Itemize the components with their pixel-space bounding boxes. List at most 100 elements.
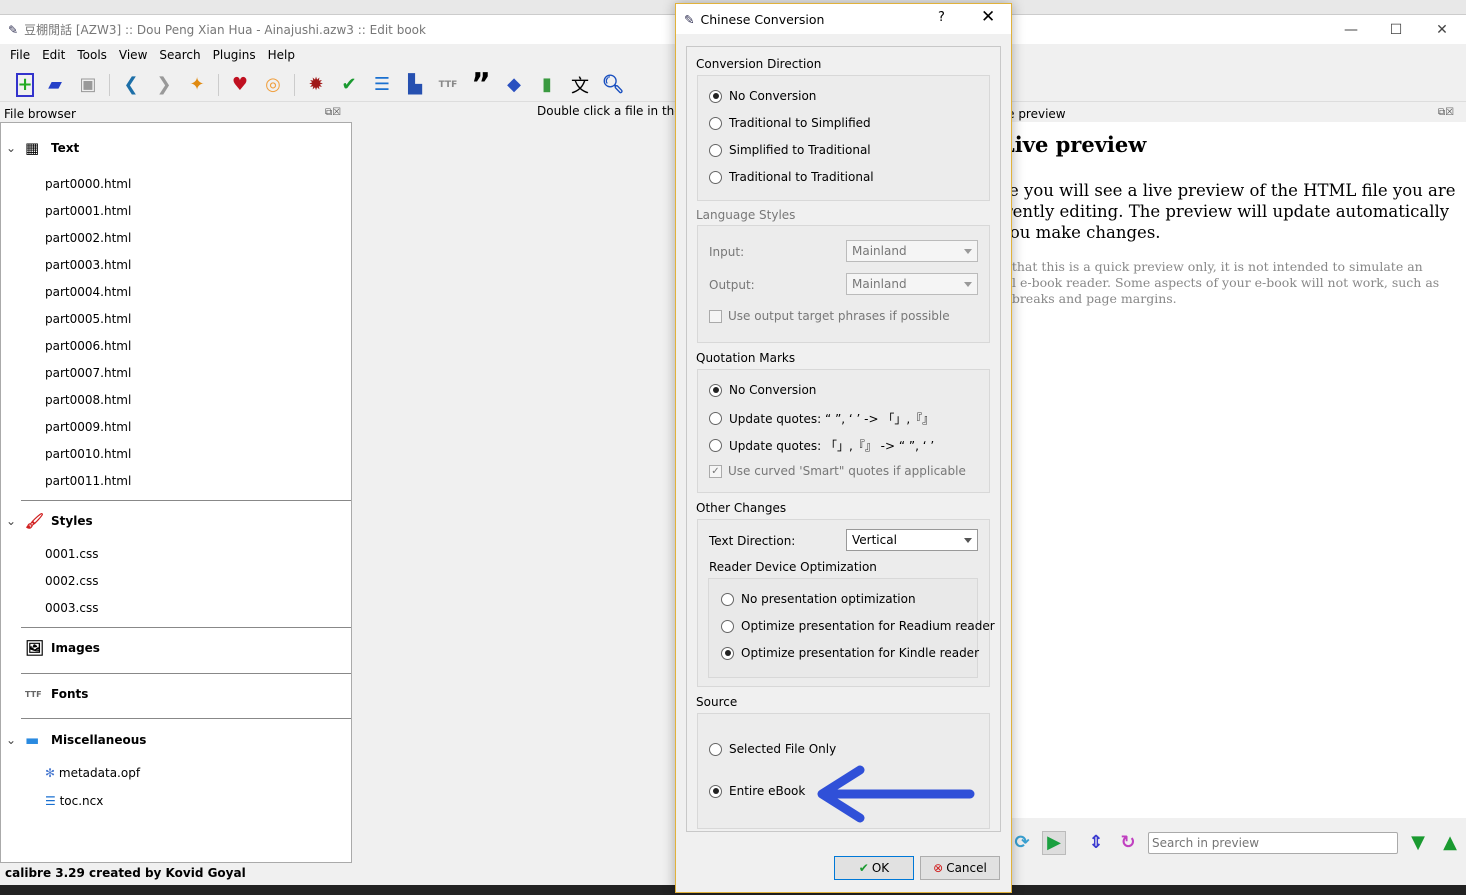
file-item[interactable]: part0010.html <box>45 447 131 461</box>
chevron-down-icon[interactable]: ⌄ <box>1 733 21 747</box>
file-item[interactable]: part0007.html <box>45 366 131 380</box>
menu-search[interactable]: Search <box>153 48 206 62</box>
dock-float-close-icons[interactable]: ⧉☒ <box>1438 107 1454 118</box>
dock-float-close-icons[interactable]: ⧉☒ <box>325 107 341 118</box>
ok-button[interactable]: ✔ OK <box>834 856 914 880</box>
category-miscellaneous[interactable]: ⌄ ▬ Miscellaneous <box>1 730 351 750</box>
preview-main-text: Here you will see a live preview of the … <box>1000 181 1456 242</box>
donate-heart-icon[interactable]: ♥ <box>228 73 252 97</box>
dialog-close-button[interactable]: ✕ <box>981 7 995 27</box>
category-images[interactable]: 🖼︎ Images <box>1 638 351 658</box>
menu-plugins[interactable]: Plugins <box>207 48 262 62</box>
radio-indicator <box>709 742 722 756</box>
text-direction-select[interactable]: Vertical <box>846 529 978 551</box>
help-button[interactable]: ? <box>938 10 945 25</box>
check-book-bug-icon[interactable]: ✹ <box>304 73 328 97</box>
help-lifebuoy-icon[interactable]: ◎ <box>261 73 285 97</box>
refresh-icon[interactable]: ↻ <box>1116 831 1140 855</box>
source-radio[interactable]: Selected File Only <box>709 742 836 756</box>
section-other-changes: Other Changes <box>696 501 787 515</box>
radio-indicator <box>709 143 722 157</box>
table-of-contents-icon[interactable]: ☰ <box>370 73 394 97</box>
category-fonts[interactable]: TTF Fonts <box>1 684 351 704</box>
maximize-button[interactable]: ☐ <box>1373 15 1419 44</box>
play-icon[interactable]: ▶ <box>1042 830 1066 855</box>
file-item[interactable]: part0011.html <box>45 474 131 488</box>
quotes-radio[interactable]: No Conversion <box>709 383 816 397</box>
checkpoint-pin-icon[interactable]: ✦ <box>185 73 209 97</box>
spell-check-icon[interactable]: ✔ <box>337 73 361 97</box>
styles-brush-icon: 🖌︎ <box>25 512 45 530</box>
menu-view[interactable]: View <box>113 48 153 62</box>
dictionary-icon[interactable]: ▙ <box>403 73 427 97</box>
file-item[interactable]: part0006.html <box>45 339 131 353</box>
reader-radio[interactable]: No presentation optimization <box>721 592 916 606</box>
direction-radio[interactable]: Traditional to Traditional <box>709 170 874 184</box>
category-styles[interactable]: ⌄ 🖌︎ Styles <box>1 511 351 531</box>
quotes-radio[interactable]: Update quotes: 「」,『』 -> “ ”, ‘ ’ <box>709 437 934 454</box>
smart-quotes-checkbox[interactable]: ✓ Use curved 'Smart" quotes if applicable <box>709 464 966 478</box>
toolbar-separator <box>218 73 219 96</box>
remove-formatting-icon[interactable]: ◆ <box>502 73 526 97</box>
file-item[interactable]: part0005.html <box>45 312 131 326</box>
section-conversion-direction: Conversion Direction <box>696 57 822 71</box>
direction-radio[interactable]: Traditional to Simplified <box>709 116 871 130</box>
search-in-preview-input[interactable] <box>1148 831 1398 854</box>
save-icon[interactable]: ▣ <box>76 73 100 97</box>
embed-fonts-icon[interactable]: TTF <box>436 73 460 97</box>
input-style-select[interactable]: Mainland <box>846 240 978 262</box>
file-item[interactable]: 0003.css <box>45 601 98 615</box>
search-icon[interactable]: 🔍︎ <box>601 73 625 97</box>
chevron-down-icon[interactable]: ⌄ <box>1 514 21 528</box>
section-quotation-marks: Quotation Marks <box>696 351 796 365</box>
forward-icon[interactable]: ❯ <box>152 73 176 97</box>
find-previous-icon[interactable]: ▲ <box>1438 831 1462 855</box>
preview-note: Note that this is a quick preview only, … <box>1000 259 1440 306</box>
use-target-phrases-checkbox[interactable]: Use output target phrases if possible <box>709 309 950 323</box>
open-book-icon[interactable]: ▰ <box>43 73 67 97</box>
file-browser-title: File browser <box>4 107 76 121</box>
menu-edit[interactable]: Edit <box>36 48 71 62</box>
radio-indicator <box>709 439 722 452</box>
chinese-conversion-icon[interactable]: 文 <box>568 73 592 97</box>
toc-icon: ☰ <box>45 794 56 808</box>
file-item[interactable]: part0001.html <box>45 204 131 218</box>
reader-radio[interactable]: Optimize presentation for Readium reader <box>721 619 995 633</box>
smarten-quotes-icon[interactable]: ” <box>469 67 493 102</box>
file-toc-ncx[interactable]: ☰ toc.ncx <box>45 794 103 808</box>
direction-radio[interactable]: No Conversion <box>709 89 816 103</box>
output-style-select[interactable]: Mainland <box>846 273 978 295</box>
radio-indicator <box>709 89 722 103</box>
file-item[interactable]: part0004.html <box>45 285 131 299</box>
quotes-radio[interactable]: Update quotes: “ ”, ‘ ’ -> 「」,『』 <box>709 410 934 427</box>
file-item[interactable]: part0002.html <box>45 231 131 245</box>
file-metadata-opf[interactable]: ✻ metadata.opf <box>45 766 140 780</box>
find-next-icon[interactable]: ▼ <box>1406 831 1430 855</box>
menu-file[interactable]: File <box>4 48 36 62</box>
new-file-icon[interactable]: + <box>16 72 34 97</box>
source-radio[interactable]: Entire eBook <box>709 784 805 798</box>
file-item[interactable]: part0003.html <box>45 258 131 272</box>
minimize-button[interactable]: — <box>1328 15 1374 44</box>
category-text[interactable]: ⌄ ▦ Text <box>1 138 351 158</box>
reader-radio[interactable]: Optimize presentation for Kindle reader <box>721 646 979 660</box>
reports-icon[interactable]: ▮ <box>535 73 559 97</box>
menu-help[interactable]: Help <box>262 48 301 62</box>
status-bar: calibre 3.29 created by Kovid Goyal <box>5 866 246 880</box>
sync-position-icon[interactable]: ⇕ <box>1084 831 1108 855</box>
file-browser: ⌄ ▦ Text part0000.html part0001.html part000… <box>0 122 352 863</box>
menu-tools[interactable]: Tools <box>71 48 113 62</box>
back-icon[interactable]: ❮ <box>119 73 143 97</box>
chevron-down-icon[interactable]: ⌄ <box>1 141 21 155</box>
file-item[interactable]: 0002.css <box>45 574 98 588</box>
file-item[interactable]: part0008.html <box>45 393 131 407</box>
close-button[interactable]: ✕ <box>1419 15 1465 44</box>
file-item[interactable]: part0000.html <box>45 177 131 191</box>
cancel-button[interactable]: ⊗ Cancel <box>920 856 1000 880</box>
reader-optimization-title: Reader Device Optimization <box>709 560 877 574</box>
direction-radio[interactable]: Simplified to Traditional <box>709 143 871 157</box>
auto-reload-icon[interactable]: ⟳ <box>1010 831 1034 855</box>
preview-heading: Live preview <box>1000 132 1147 157</box>
file-item[interactable]: 0001.css <box>45 547 98 561</box>
file-item[interactable]: part0009.html <box>45 420 131 434</box>
